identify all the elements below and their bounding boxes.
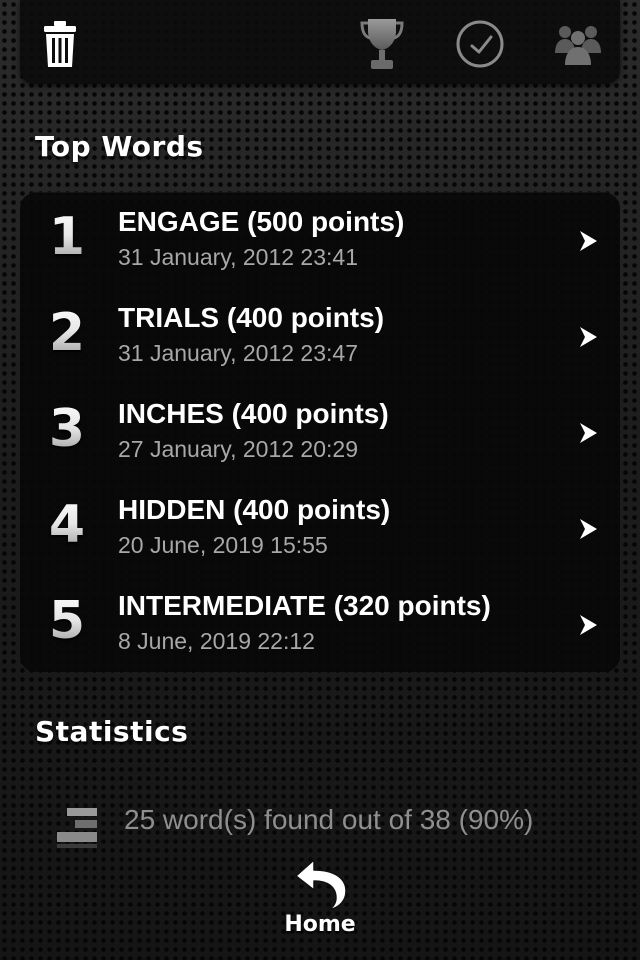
top-toolbar [20,0,620,84]
trash-icon [44,21,76,67]
rank-number: 5 [46,590,88,652]
list-item[interactable]: 1 ENGAGE (500 points) 31 January, 2012 2… [20,192,620,288]
top-words-title: Top Words [35,130,204,163]
word-date: 8 June, 2019 22:12 [118,628,315,654]
word-title: TRIALS (400 points) [118,302,385,333]
trophy-icon [360,19,404,69]
chevron-right-icon [580,423,597,443]
rank-number: 1 [46,206,88,268]
players-button[interactable] [550,14,606,74]
bar-chart-icon [57,808,97,848]
word-date: 20 June, 2019 15:55 [118,532,328,558]
word-date: 31 January, 2012 23:47 [118,340,358,366]
home-label: Home [284,912,356,937]
word-date: 27 January, 2012 20:29 [118,436,358,462]
chevron-right-icon [580,615,597,635]
list-item[interactable]: 5 INTERMEDIATE (320 points) 8 June, 2019… [20,576,620,672]
statistics-title: Statistics [35,715,189,748]
list-item[interactable]: 4 HIDDEN (400 points) 20 June, 2019 15:5… [20,480,620,576]
statistic-item: 25 word(s) found out of 38 (90%) [0,790,640,850]
trash-button[interactable] [32,14,88,74]
top-words-list: 1 ENGAGE (500 points) 31 January, 2012 2… [20,192,620,672]
list-item[interactable]: 2 TRIALS (400 points) 31 January, 2012 2… [20,288,620,384]
word-title: INCHES (400 points) [118,398,389,429]
chevron-right-icon [580,231,597,251]
chevron-right-icon [580,327,597,347]
back-arrow-icon [295,859,347,911]
home-button[interactable]: Home [280,856,360,946]
statistic-text: 25 word(s) found out of 38 (90%) [124,804,534,835]
list-item[interactable]: 3 INCHES (400 points) 27 January, 2012 2… [20,384,620,480]
rank-number: 2 [46,302,88,364]
rank-number: 3 [46,398,88,460]
clock-button[interactable] [452,14,508,74]
trophy-button[interactable] [354,14,410,74]
word-title: INTERMEDIATE (320 points) [118,590,491,621]
people-icon [555,26,601,65]
word-date: 31 January, 2012 23:41 [118,244,358,270]
rank-number: 4 [46,494,88,556]
word-title: HIDDEN (400 points) [118,494,391,525]
word-title: ENGAGE (500 points) [118,206,405,237]
chevron-right-icon [580,519,597,539]
clock-icon [456,20,504,68]
